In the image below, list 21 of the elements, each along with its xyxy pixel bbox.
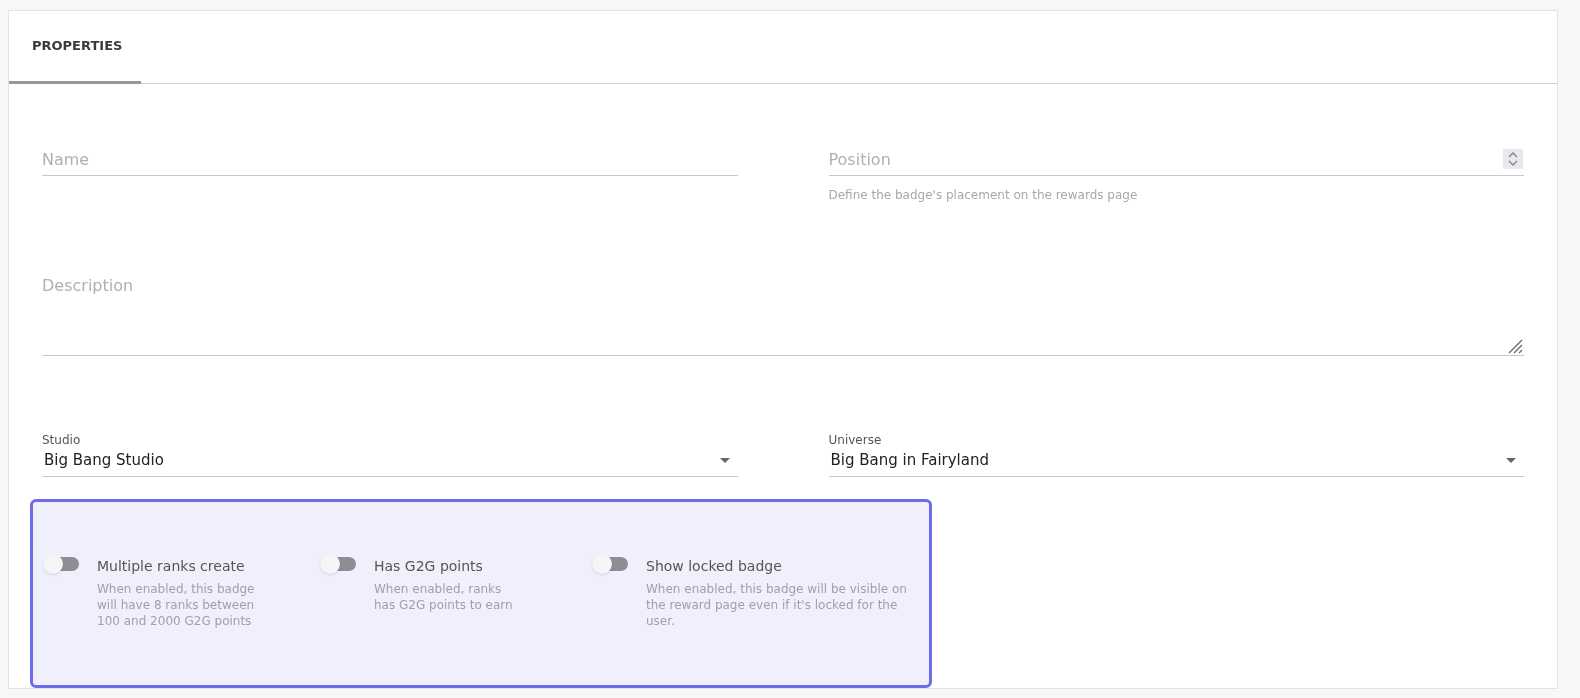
field-label: Studio [42, 432, 82, 449]
helper-text: Define the badge's placement on the rewards page [828, 187, 1139, 204]
toggle-label: Has G2G points [374, 556, 484, 576]
studio-select[interactable]: Big Bang Studio [42, 449, 738, 477]
caret-icon [719, 457, 730, 463]
toggle-description: When enabled, this badge will be visible on the reward page even if it's locked for the user. [646, 580, 908, 629]
universe-select[interactable]: Big Bang in Fairyland [828, 449, 1524, 477]
tab[interactable]: PROPERTIES [9, 11, 141, 84]
name-field[interactable]: Name [42, 148, 738, 176]
field-label: Universe [828, 432, 883, 449]
description-field[interactable]: Description [42, 274, 1524, 356]
toggle-label: Multiple ranks create [97, 556, 246, 576]
toggle-description: When enabled, this badge will have 8 ranks between 100 and 2000 G2G points [97, 580, 256, 629]
spinner-icon[interactable] [1503, 149, 1523, 169]
toggle-switch[interactable] [43, 553, 79, 574]
caret-icon [1506, 457, 1516, 463]
toggle-switch[interactable] [592, 553, 628, 574]
toggle-description: When enabled, ranks has G2G points to earn [374, 580, 514, 613]
resize-handle-icon[interactable] [1507, 338, 1523, 354]
toggle-switch[interactable] [320, 553, 356, 574]
toggle-label: Show locked badge [646, 556, 783, 576]
